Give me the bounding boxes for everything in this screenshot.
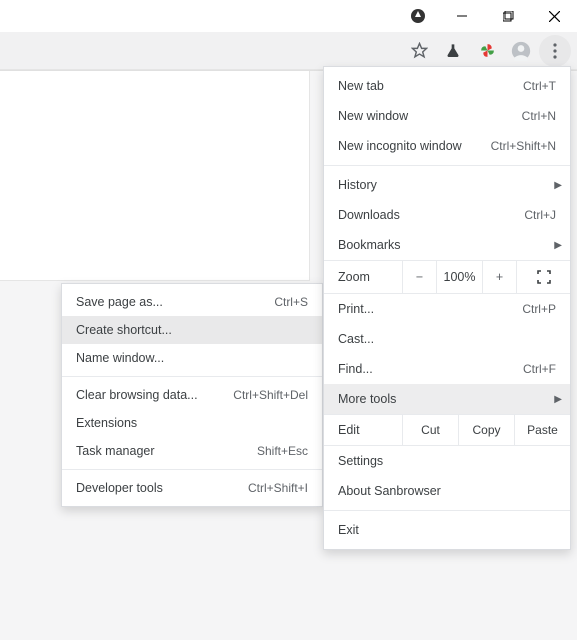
fullscreen-button[interactable] xyxy=(516,260,570,294)
menu-item-label: Bookmarks xyxy=(338,238,556,252)
menu-print[interactable]: Print... Ctrl+P xyxy=(324,294,570,324)
menu-item-label: New tab xyxy=(338,79,523,93)
profile-avatar-icon[interactable] xyxy=(505,35,537,67)
app-menu-button[interactable] xyxy=(539,35,571,67)
submenu-extensions[interactable]: Extensions xyxy=(62,409,322,437)
menu-item-shortcut: Shift+Esc xyxy=(257,444,308,458)
more-tools-submenu: Save page as... Ctrl+S Create shortcut..… xyxy=(61,283,323,507)
menu-item-shortcut: Ctrl+Shift+I xyxy=(248,481,308,495)
window-close-button[interactable] xyxy=(531,0,577,32)
zoom-value: 100% xyxy=(436,260,482,294)
menu-item-label: Clear browsing data... xyxy=(76,388,233,402)
btn-label: Paste xyxy=(527,423,558,437)
btn-label: Cut xyxy=(421,423,440,437)
menu-new-window[interactable]: New window Ctrl+N xyxy=(324,101,570,131)
browser-toolbar xyxy=(0,32,577,70)
submenu-create-shortcut[interactable]: Create shortcut... xyxy=(62,316,322,344)
menu-item-label: Developer tools xyxy=(76,481,248,495)
menu-find[interactable]: Find... Ctrl+F xyxy=(324,354,570,384)
submenu-developer-tools[interactable]: Developer tools Ctrl+Shift+I xyxy=(62,474,322,502)
zoom-out-button[interactable]: − xyxy=(402,260,436,294)
submenu-task-manager[interactable]: Task manager Shift+Esc xyxy=(62,437,322,465)
menu-item-label: Task manager xyxy=(76,444,257,458)
menu-item-shortcut: Ctrl+J xyxy=(524,208,556,222)
menu-history[interactable]: History ▶ xyxy=(324,170,570,200)
window-maximize-button[interactable] xyxy=(485,0,531,32)
window-titlebar xyxy=(0,0,577,32)
menu-about[interactable]: About Sanbrowser xyxy=(324,476,570,506)
menu-item-label: New window xyxy=(338,109,522,123)
menu-item-label: Downloads xyxy=(338,208,524,222)
menu-item-label: Cast... xyxy=(338,332,556,346)
menu-exit[interactable]: Exit xyxy=(324,515,570,545)
menu-item-shortcut: Ctrl+F xyxy=(523,362,556,376)
menu-item-label: Exit xyxy=(338,523,556,537)
menu-item-label: Name window... xyxy=(76,351,308,365)
submenu-arrow-icon: ▶ xyxy=(554,240,562,251)
app-brand-icon xyxy=(403,8,433,24)
menu-item-shortcut: Ctrl+Shift+Del xyxy=(233,388,308,402)
menu-separator xyxy=(324,510,570,511)
menu-item-shortcut: Ctrl+S xyxy=(274,295,308,309)
menu-more-tools[interactable]: More tools ▶ xyxy=(324,384,570,414)
app-menu: New tab Ctrl+T New window Ctrl+N New inc… xyxy=(323,66,571,550)
labs-flask-icon[interactable] xyxy=(437,35,469,67)
menu-item-label: New incognito window xyxy=(338,139,491,153)
menu-item-label: History xyxy=(338,178,556,192)
menu-settings[interactable]: Settings xyxy=(324,446,570,476)
menu-new-tab[interactable]: New tab Ctrl+T xyxy=(324,71,570,101)
menu-item-shortcut: Ctrl+P xyxy=(522,302,556,316)
menu-zoom-row: Zoom − 100% + xyxy=(324,260,570,294)
minus-icon: − xyxy=(416,270,423,284)
menu-item-label: Find... xyxy=(338,362,523,376)
menu-item-label: Create shortcut... xyxy=(76,323,308,337)
menu-separator xyxy=(62,376,322,377)
edit-label: Edit xyxy=(324,423,402,437)
menu-item-label: Extensions xyxy=(76,416,308,430)
menu-separator xyxy=(324,165,570,166)
edit-cut-button[interactable]: Cut xyxy=(402,414,458,446)
edit-paste-button[interactable]: Paste xyxy=(514,414,570,446)
window-minimize-button[interactable] xyxy=(439,0,485,32)
menu-item-label: Print... xyxy=(338,302,522,316)
menu-downloads[interactable]: Downloads Ctrl+J xyxy=(324,200,570,230)
menu-item-label: Settings xyxy=(338,454,556,468)
submenu-save-page[interactable]: Save page as... Ctrl+S xyxy=(62,288,322,316)
bookmark-star-icon[interactable] xyxy=(403,35,435,67)
menu-cast[interactable]: Cast... xyxy=(324,324,570,354)
submenu-arrow-icon: ▶ xyxy=(554,394,562,405)
submenu-clear-data[interactable]: Clear browsing data... Ctrl+Shift+Del xyxy=(62,381,322,409)
page-white-panel xyxy=(0,71,310,281)
submenu-name-window[interactable]: Name window... xyxy=(62,344,322,372)
menu-separator xyxy=(62,469,322,470)
extension-pinwheel-icon[interactable] xyxy=(471,35,503,67)
menu-item-shortcut: Ctrl+T xyxy=(523,79,556,93)
btn-label: Copy xyxy=(472,423,500,437)
zoom-label: Zoom xyxy=(324,270,402,284)
menu-item-label: About Sanbrowser xyxy=(338,484,556,498)
menu-item-shortcut: Ctrl+N xyxy=(522,109,556,123)
menu-new-incognito[interactable]: New incognito window Ctrl+Shift+N xyxy=(324,131,570,161)
edit-copy-button[interactable]: Copy xyxy=(458,414,514,446)
menu-item-label: Save page as... xyxy=(76,295,274,309)
menu-item-label: More tools xyxy=(338,392,556,406)
menu-item-shortcut: Ctrl+Shift+N xyxy=(491,139,556,153)
plus-icon: + xyxy=(496,270,503,284)
zoom-in-button[interactable]: + xyxy=(482,260,516,294)
menu-edit-row: Edit Cut Copy Paste xyxy=(324,414,570,446)
menu-bookmarks[interactable]: Bookmarks ▶ xyxy=(324,230,570,260)
submenu-arrow-icon: ▶ xyxy=(554,180,562,191)
